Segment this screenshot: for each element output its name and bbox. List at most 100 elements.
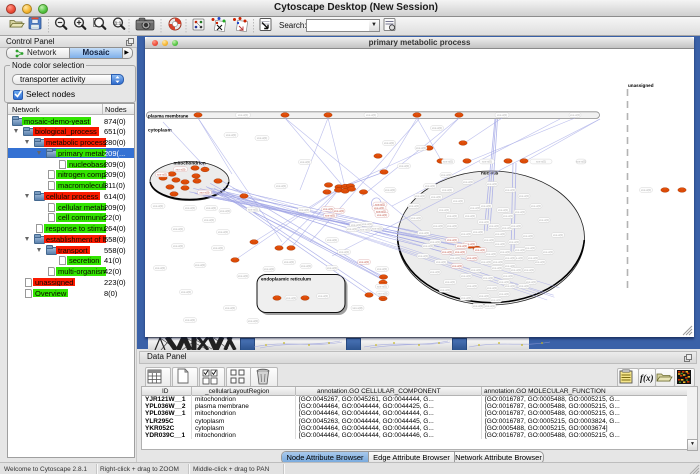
svg-text:xxx-x(0): xxx-x(0): [481, 260, 491, 264]
svg-text:endoplasmic reticulum: endoplasmic reticulum: [261, 277, 311, 282]
svg-text:xxx-x(0): xxx-x(0): [430, 240, 440, 244]
svg-text:xxx-x(0): xxx-x(0): [447, 224, 457, 228]
svg-text:xxx-x(0): xxx-x(0): [515, 210, 525, 214]
svg-text:xxx-x(0): xxx-x(0): [157, 173, 167, 177]
svg-text:xxx-x(0): xxx-x(0): [473, 304, 483, 308]
svg-text:xxx-x(0): xxx-x(0): [226, 133, 236, 137]
svg-text:xxx-x(0): xxx-x(0): [457, 244, 467, 248]
svg-text:xxx-x(0): xxx-x(0): [378, 292, 388, 296]
svg-text:xxx-x(0): xxx-x(0): [511, 268, 521, 272]
svg-text:xxx-x(0): xxx-x(0): [353, 306, 363, 310]
svg-text:xxx-x(0): xxx-x(0): [539, 218, 549, 222]
svg-text:xxx-x(0): xxx-x(0): [441, 173, 451, 177]
svg-text:xxx-x(0): xxx-x(0): [481, 204, 491, 208]
svg-text:xxx-x(0): xxx-x(0): [495, 242, 505, 246]
svg-text:xxx-x(0): xxx-x(0): [543, 250, 553, 254]
svg-text:xxx-x(0): xxx-x(0): [248, 208, 258, 212]
svg-text:xxx-x(0): xxx-x(0): [436, 260, 446, 264]
svg-text:f(x): f(x): [640, 373, 654, 383]
svg-text:xxx-x(0): xxx-x(0): [473, 230, 483, 234]
svg-text:xxx-x(0): xxx-x(0): [218, 230, 228, 234]
svg-text:xxx-x(0): xxx-x(0): [467, 284, 477, 288]
svg-text:xxx-x(0): xxx-x(0): [570, 113, 580, 117]
svg-text:xxx-x(0): xxx-x(0): [500, 250, 510, 254]
svg-text:xxx-x(0): xxx-x(0): [257, 136, 267, 140]
svg-text:xxx-x(0): xxx-x(0): [499, 280, 509, 284]
svg-text:xxx-x(0): xxx-x(0): [220, 209, 230, 213]
svg-text:xxx-x(0): xxx-x(0): [173, 227, 183, 231]
svg-text:xxx-x(0): xxx-x(0): [461, 274, 471, 278]
svg-text:xxx-x(0): xxx-x(0): [377, 285, 387, 289]
svg-text:xxx-x(0): xxx-x(0): [487, 182, 497, 186]
svg-text:xxx-x(0): xxx-x(0): [409, 204, 419, 208]
svg-text:xxx-x(0): xxx-x(0): [576, 160, 586, 164]
svg-text:xxx-x(0): xxx-x(0): [461, 296, 471, 300]
svg-text:xxx-x(0): xxx-x(0): [491, 298, 501, 302]
svg-text:xxx-x(0): xxx-x(0): [264, 267, 274, 271]
svg-text:xxx-x(0): xxx-x(0): [419, 231, 429, 235]
svg-text:xxx-x(0): xxx-x(0): [372, 227, 382, 231]
svg-text:xxx-x(0): xxx-x(0): [497, 113, 507, 117]
svg-text:xxx-x(0): xxx-x(0): [385, 188, 395, 192]
svg-text:xxx-x(0): xxx-x(0): [524, 268, 534, 272]
svg-text:xxx-x(0): xxx-x(0): [362, 222, 372, 226]
svg-text:xxx-x(0): xxx-x(0): [423, 244, 433, 248]
svg-text:xxx-x(0): xxx-x(0): [535, 260, 545, 264]
svg-text:xxx-x(0): xxx-x(0): [360, 228, 370, 232]
svg-text:xxx-x(0): xxx-x(0): [399, 164, 409, 168]
svg-text:xxx-x(0): xxx-x(0): [641, 188, 651, 192]
svg-text:xxx-x(0): xxx-x(0): [519, 194, 529, 198]
svg-text:xxx-x(0): xxx-x(0): [347, 227, 357, 231]
svg-text:xxx-x(0): xxx-x(0): [432, 126, 442, 130]
svg-text:xxx-x(0): xxx-x(0): [503, 214, 513, 218]
svg-text:xxx-x(0): xxx-x(0): [318, 294, 328, 298]
svg-text:xxx-x(0): xxx-x(0): [509, 240, 519, 244]
svg-text:xxx-x(0): xxx-x(0): [505, 256, 515, 260]
svg-text:xxx-x(0): xxx-x(0): [523, 234, 533, 238]
svg-text:xxx-x(0): xxx-x(0): [327, 266, 337, 270]
svg-text:xxx-x(0): xxx-x(0): [485, 304, 495, 308]
svg-text:xxx-x(0): xxx-x(0): [528, 256, 538, 260]
svg-text:xxx-x(0): xxx-x(0): [299, 208, 309, 212]
svg-text:xxx-x(0): xxx-x(0): [359, 260, 369, 264]
svg-text:xxx-x(0): xxx-x(0): [327, 238, 337, 242]
svg-text:xxx-x(0): xxx-x(0): [492, 266, 502, 270]
svg-text:xxx-x(0): xxx-x(0): [445, 280, 455, 284]
svg-text:xxx-x(0): xxx-x(0): [471, 268, 481, 272]
svg-text:xxx-x(0): xxx-x(0): [498, 208, 508, 212]
svg-text:xxx-x(0): xxx-x(0): [248, 319, 258, 323]
svg-text:xxx-x(0): xxx-x(0): [366, 113, 376, 117]
svg-text:xxx-x(0): xxx-x(0): [284, 260, 294, 264]
svg-text:xxx-x(0): xxx-x(0): [276, 184, 286, 188]
svg-text:xxx-x(0): xxx-x(0): [415, 194, 425, 198]
svg-text:xxx-x(0): xxx-x(0): [536, 160, 546, 164]
svg-text:xxx-x(0): xxx-x(0): [204, 218, 214, 222]
svg-text:xxx-x(0): xxx-x(0): [418, 254, 428, 258]
svg-text:xxx-x(0): xxx-x(0): [479, 220, 489, 224]
svg-text:xxx-x(0): xxx-x(0): [499, 292, 509, 296]
svg-text:xxx-x(0): xxx-x(0): [470, 206, 480, 210]
svg-text:xxx-x(0): xxx-x(0): [411, 216, 421, 220]
svg-text:xxx-x(0): xxx-x(0): [486, 252, 496, 256]
svg-text:xxx-x(0): xxx-x(0): [238, 113, 248, 117]
svg-text:xxx-x(0): xxx-x(0): [525, 246, 535, 250]
svg-text:xxx-x(0): xxx-x(0): [463, 180, 473, 184]
svg-text:xxx-x(0): xxx-x(0): [553, 233, 563, 237]
svg-text:xxx-x(0): xxx-x(0): [185, 206, 195, 210]
svg-text:xxx-x(0): xxx-x(0): [452, 264, 462, 268]
svg-text:xxx-x(0): xxx-x(0): [206, 206, 216, 210]
svg-text:xxx-x(0): xxx-x(0): [531, 204, 541, 208]
svg-text:xxx-x(0): xxx-x(0): [487, 286, 497, 290]
svg-text:xxx-x(0): xxx-x(0): [430, 270, 440, 274]
svg-text:xxx-x(0): xxx-x(0): [425, 184, 435, 188]
svg-text:xxx-x(0): xxx-x(0): [483, 276, 493, 280]
svg-text:xxx-x(0): xxx-x(0): [442, 250, 452, 254]
svg-text:cytoplasm: cytoplasm: [148, 128, 172, 134]
svg-text:xxx-x(0): xxx-x(0): [453, 199, 463, 203]
svg-text:xxx-x(0): xxx-x(0): [384, 141, 394, 145]
svg-text:xxx-x(0): xxx-x(0): [377, 213, 387, 217]
svg-text:xxx-x(0): xxx-x(0): [238, 274, 248, 278]
svg-text:xxx-x(0): xxx-x(0): [300, 160, 310, 164]
svg-text:xxx-x(0): xxx-x(0): [213, 246, 223, 250]
svg-text:xxx-x(0): xxx-x(0): [325, 214, 335, 218]
